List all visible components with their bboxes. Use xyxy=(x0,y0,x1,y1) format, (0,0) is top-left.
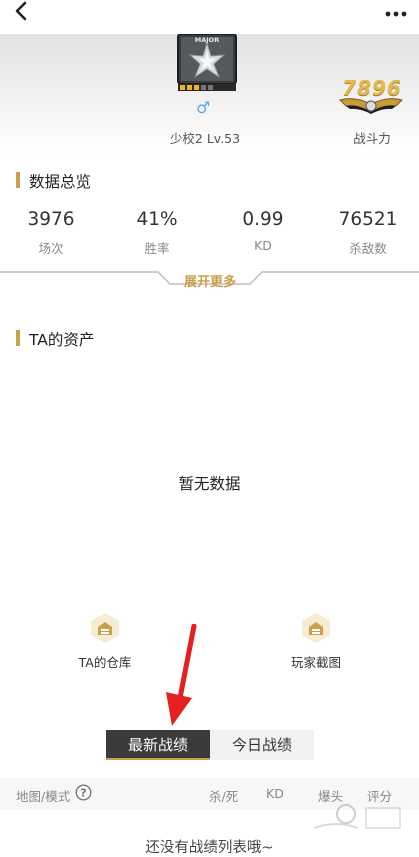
stat-label-kills: 杀敌数 xyxy=(349,241,387,256)
stat-value-winrate: 41% xyxy=(136,209,178,230)
stat-label-winrate: 胜率 xyxy=(144,241,170,256)
combat-power-value: 7896 xyxy=(342,76,402,100)
tab-latest-records[interactable]: 最新战绩 xyxy=(106,730,210,760)
stat-value-kd: 0.99 xyxy=(242,209,284,230)
column-header-kd: KD xyxy=(266,786,284,801)
warehouse-icon[interactable] xyxy=(90,612,120,644)
stat-label-kd: KD xyxy=(254,238,272,253)
help-icon[interactable]: ? xyxy=(75,784,92,801)
section-accent-bar xyxy=(16,330,20,346)
shortcut-label-warehouse[interactable]: TA的仓库 xyxy=(50,652,160,671)
records-empty-text: 还没有战绩列表哦~ xyxy=(145,840,274,856)
screenshot-icon[interactable] xyxy=(301,612,331,644)
badge-text: MAJOR xyxy=(194,36,220,44)
stat-value-matches: 3976 xyxy=(27,209,75,230)
annotation-arrow-icon xyxy=(160,623,202,730)
rank-level: 少校2 Lv.53 xyxy=(169,131,241,146)
section-accent-bar xyxy=(16,172,20,188)
expand-more-button[interactable]: 展开更多 xyxy=(170,271,250,290)
shortcut-label-screenshots[interactable]: 玩家截图 xyxy=(261,652,371,671)
column-header-kills-deaths: 杀/死 xyxy=(209,789,239,804)
tab-today-records[interactable]: 今日战绩 xyxy=(210,730,314,760)
back-icon[interactable] xyxy=(10,0,36,26)
stats-section-title: 数据总览 xyxy=(29,173,92,191)
top-bar xyxy=(0,0,419,34)
stat-value-kills: 76521 xyxy=(338,209,398,230)
assets-empty-text: 暂无数据 xyxy=(178,475,241,493)
rank-progress-bar xyxy=(178,84,236,91)
gender-icon: ♂ xyxy=(196,98,211,117)
assets-section-title: TA的资产 xyxy=(29,331,95,349)
watermark-logo-icon xyxy=(306,800,406,840)
column-header-map-mode: 地图/模式 xyxy=(16,789,71,804)
combat-power-label: 战斗力 xyxy=(353,131,391,146)
more-options-icon[interactable] xyxy=(384,4,408,17)
svg-text:?: ? xyxy=(80,787,86,800)
stat-label-matches: 场次 xyxy=(38,241,64,256)
